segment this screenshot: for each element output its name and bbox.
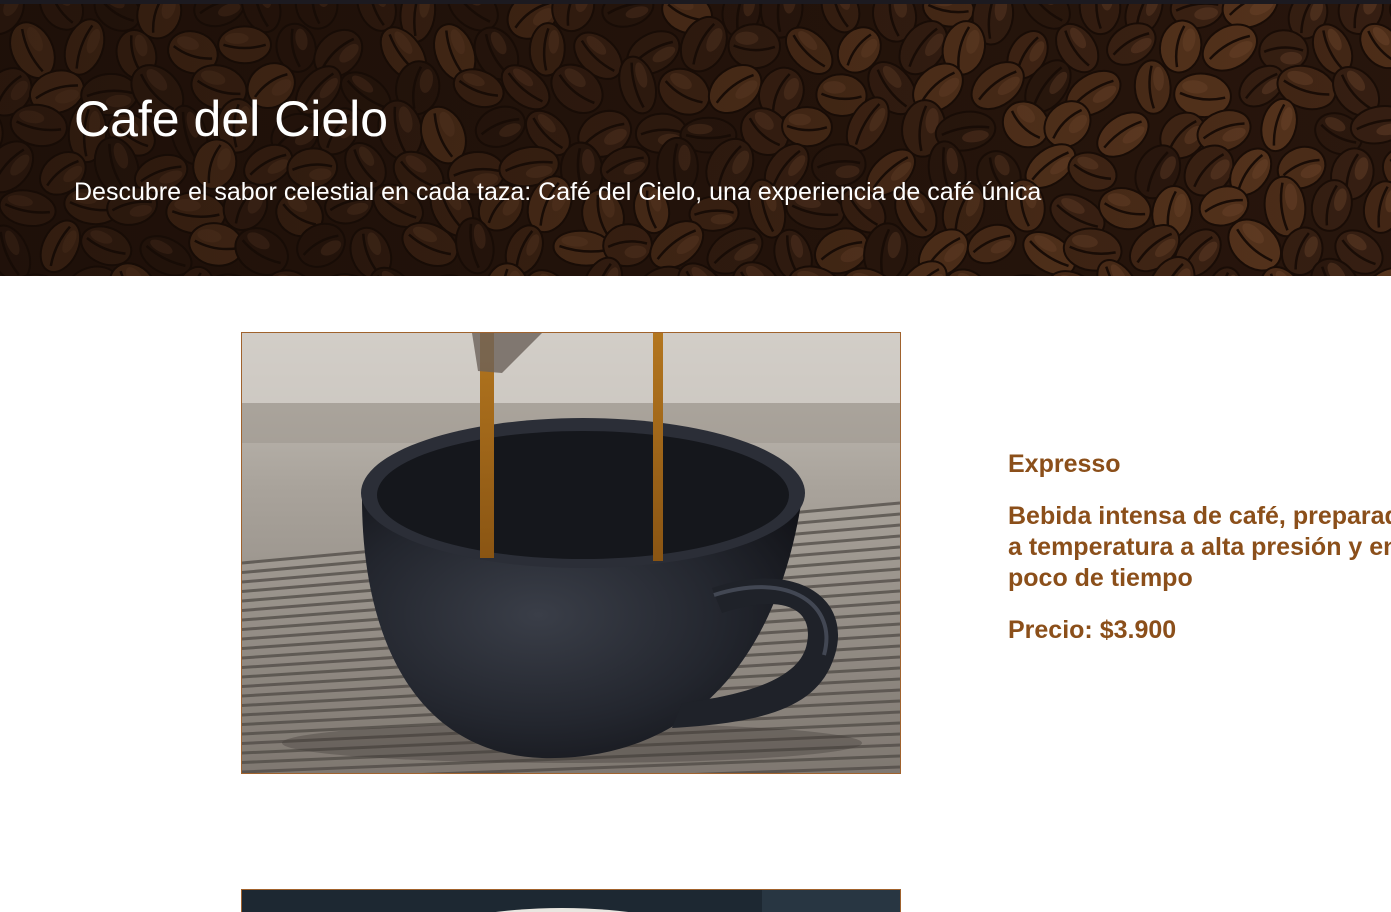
- coffee-cup-image: [242, 890, 900, 912]
- product-details: Expresso Bebida intensa de café, prepara…: [1008, 450, 1391, 645]
- product-description: Bebida intensa de café, preparada a temp…: [1008, 502, 1391, 592]
- page-title: Cafe del Cielo: [74, 91, 389, 147]
- product-image: [241, 889, 901, 912]
- page-subtitle: Descubre el sabor celestial en cada taza…: [74, 178, 1042, 206]
- hero-header: Cafe del Cielo Descubre el sabor celesti…: [0, 4, 1391, 276]
- product-image: [241, 332, 901, 774]
- product-name: Expresso: [1008, 450, 1121, 478]
- product-price: Precio: $3.900: [1008, 616, 1177, 644]
- espresso-cup-image: [242, 333, 900, 773]
